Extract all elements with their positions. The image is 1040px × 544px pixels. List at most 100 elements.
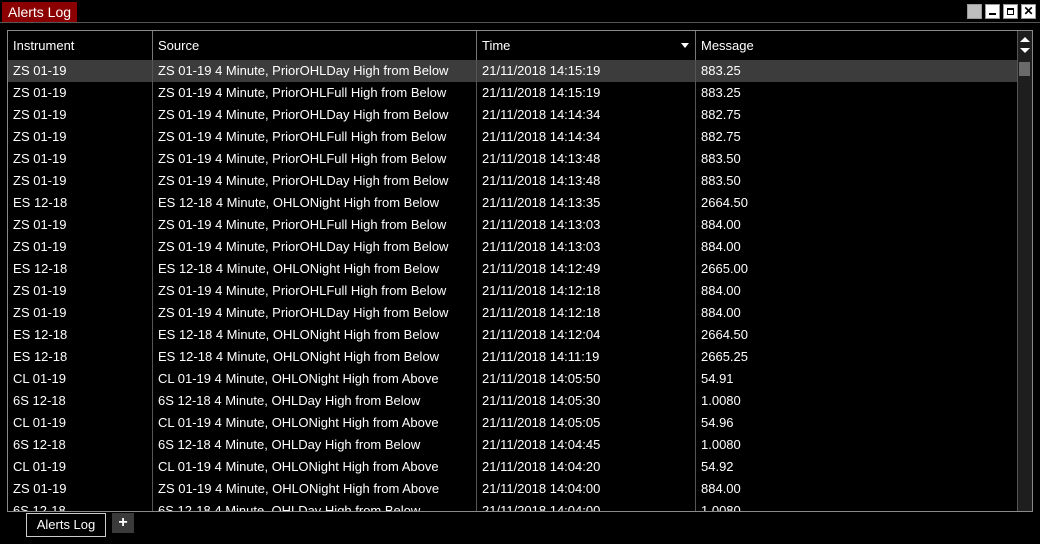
row-source: 6S 12-18 4 Minute, OHLDay High from Belo… [153,434,477,456]
row-source: CL 01-19 4 Minute, OHLONight High from A… [153,456,477,478]
table-row[interactable]: ZS 01-19 ZS 01-19 4 Minute, PriorOHLFull … [8,126,1018,148]
row-time: 21/11/2018 14:13:35 [477,192,696,214]
row-message: 884.00 [701,217,741,232]
row-instrument: ZS 01-19 [8,104,153,126]
alerts-log-window: Alerts Log ✕ Instrument Source Time Mess… [0,0,1040,544]
row-instrument: ZS 01-19 [8,302,153,324]
table-row[interactable]: CL 01-19 CL 01-19 4 Minute, OHLONight Hig… [8,368,1018,390]
grid-header: Instrument Source Time Message [8,31,1018,61]
row-message: 54.91 [701,371,734,386]
row-source: ZS 01-19 4 Minute, PriorOHLDay High from… [153,104,477,126]
row-source: CL 01-19 4 Minute, OHLONight High from A… [153,368,477,390]
grid-body: ZS 01-19 ZS 01-19 4 Minute, PriorOHLDay H… [8,60,1018,511]
row-time: 21/11/2018 14:04:20 [477,456,696,478]
title-divider [0,22,1040,23]
row-instrument: CL 01-19 [8,412,153,434]
close-icon: ✕ [1023,4,1034,18]
row-time: 21/11/2018 14:04:00 [477,500,696,511]
row-source: ZS 01-19 4 Minute, PriorOHLFull High fro… [153,280,477,302]
row-message: 883.25 [701,85,741,100]
row-time: 21/11/2018 14:12:04 [477,324,696,346]
row-instrument: ZS 01-19 [8,478,153,500]
close-button[interactable]: ✕ [1021,4,1036,19]
row-instrument: ES 12-18 [8,192,153,214]
row-instrument: 6S 12-18 [8,390,153,412]
row-time: 21/11/2018 14:13:03 [477,236,696,258]
table-row[interactable]: ZS 01-19 ZS 01-19 4 Minute, PriorOHLFull … [8,214,1018,236]
table-row[interactable]: CL 01-19 CL 01-19 4 Minute, OHLONight Hig… [8,456,1018,478]
row-instrument: ZS 01-19 [8,148,153,170]
row-time: 21/11/2018 14:14:34 [477,104,696,126]
row-time: 21/11/2018 14:12:18 [477,302,696,324]
column-header-message[interactable]: Message [696,31,1018,60]
maximize-button[interactable] [1003,4,1018,19]
table-row[interactable]: ZS 01-19 ZS 01-19 4 Minute, PriorOHLFull … [8,82,1018,104]
column-header-time[interactable]: Time [477,31,696,60]
row-message: 882.75 [701,129,741,144]
row-time: 21/11/2018 14:05:30 [477,390,696,412]
tab-alerts-log[interactable]: Alerts Log [26,513,106,537]
add-tab-button[interactable]: + [112,513,134,533]
row-instrument: ES 12-18 [8,258,153,280]
row-source: ZS 01-19 4 Minute, PriorOHLFull High fro… [153,214,477,236]
table-row[interactable]: CL 01-19 CL 01-19 4 Minute, OHLONight Hig… [8,412,1018,434]
column-header-instrument[interactable]: Instrument [8,31,153,60]
row-message: 884.00 [701,283,741,298]
row-source: ES 12-18 4 Minute, OHLONight High from B… [153,346,477,368]
row-source: ZS 01-19 4 Minute, PriorOHLDay High from… [153,236,477,258]
minimize-icon [989,13,996,15]
row-instrument: CL 01-19 [8,456,153,478]
row-message: 1.0080 [701,393,741,408]
row-source: 6S 12-18 4 Minute, OHLDay High from Belo… [153,390,477,412]
row-instrument: CL 01-19 [8,368,153,390]
vertical-scrollbar[interactable] [1017,31,1032,511]
table-row[interactable]: ZS 01-19 ZS 01-19 4 Minute, PriorOHLDay H… [8,170,1018,192]
column-header-source[interactable]: Source [153,31,477,60]
row-source: ZS 01-19 4 Minute, PriorOHLDay High from… [153,302,477,324]
scroll-down-icon[interactable] [1020,48,1030,53]
scroll-thumb[interactable] [1019,62,1030,76]
row-message: 883.50 [701,173,741,188]
table-row[interactable]: ES 12-18 ES 12-18 4 Minute, OHLONight Hig… [8,346,1018,368]
column-header-time-label: Time [482,38,511,53]
row-time: 21/11/2018 14:14:34 [477,126,696,148]
table-row[interactable]: ZS 01-19 ZS 01-19 4 Minute, PriorOHLFull … [8,280,1018,302]
row-message: 2664.50 [701,195,748,210]
row-message: 54.92 [701,459,734,474]
row-source: ZS 01-19 4 Minute, PriorOHLFull High fro… [153,82,477,104]
table-row[interactable]: 6S 12-18 6S 12-18 4 Minute, OHLDay High f… [8,390,1018,412]
table-row[interactable]: ES 12-18 ES 12-18 4 Minute, OHLONight Hig… [8,324,1018,346]
row-time: 21/11/2018 14:13:48 [477,170,696,192]
row-time: 21/11/2018 14:13:03 [477,214,696,236]
row-time: 21/11/2018 14:05:05 [477,412,696,434]
row-message: 883.50 [701,151,741,166]
row-message: 2665.25 [701,349,748,364]
row-instrument: ZS 01-19 [8,280,153,302]
table-row[interactable]: ZS 01-19 ZS 01-19 4 Minute, OHLONight Hig… [8,478,1018,500]
table-row[interactable]: ZS 01-19 ZS 01-19 4 Minute, PriorOHLDay H… [8,302,1018,324]
row-message: 884.00 [701,239,741,254]
window-title: Alerts Log [2,2,78,22]
table-row[interactable]: ZS 01-19 ZS 01-19 4 Minute, PriorOHLFull … [8,148,1018,170]
row-source: 6S 12-18 4 Minute, OHLDay High from Belo… [153,500,477,511]
minimize-button[interactable] [985,4,1000,19]
table-row[interactable]: ES 12-18 ES 12-18 4 Minute, OHLONight Hig… [8,258,1018,280]
table-row[interactable]: ZS 01-19 ZS 01-19 4 Minute, PriorOHLDay H… [8,104,1018,126]
row-time: 21/11/2018 14:15:19 [477,82,696,104]
row-instrument: ZS 01-19 [8,236,153,258]
table-row[interactable]: ZS 01-19 ZS 01-19 4 Minute, PriorOHLDay H… [8,236,1018,258]
table-row[interactable]: 6S 12-18 6S 12-18 4 Minute, OHLDay High f… [8,500,1018,511]
title-bar[interactable]: Alerts Log ✕ [0,0,1040,23]
table-row[interactable]: ES 12-18 ES 12-18 4 Minute, OHLONight Hig… [8,192,1018,214]
scroll-up-icon[interactable] [1020,37,1030,42]
row-instrument: ZS 01-19 [8,60,153,82]
row-source: ZS 01-19 4 Minute, OHLONight High from A… [153,478,477,500]
row-instrument: ES 12-18 [8,346,153,368]
table-row[interactable]: 6S 12-18 6S 12-18 4 Minute, OHLDay High f… [8,434,1018,456]
row-time: 21/11/2018 14:12:18 [477,280,696,302]
table-row[interactable]: ZS 01-19 ZS 01-19 4 Minute, PriorOHLDay H… [8,60,1018,82]
row-source: ZS 01-19 4 Minute, PriorOHLFull High fro… [153,126,477,148]
restore-icon[interactable] [967,4,982,19]
row-time: 21/11/2018 14:12:49 [477,258,696,280]
row-message: 2664.50 [701,327,748,342]
